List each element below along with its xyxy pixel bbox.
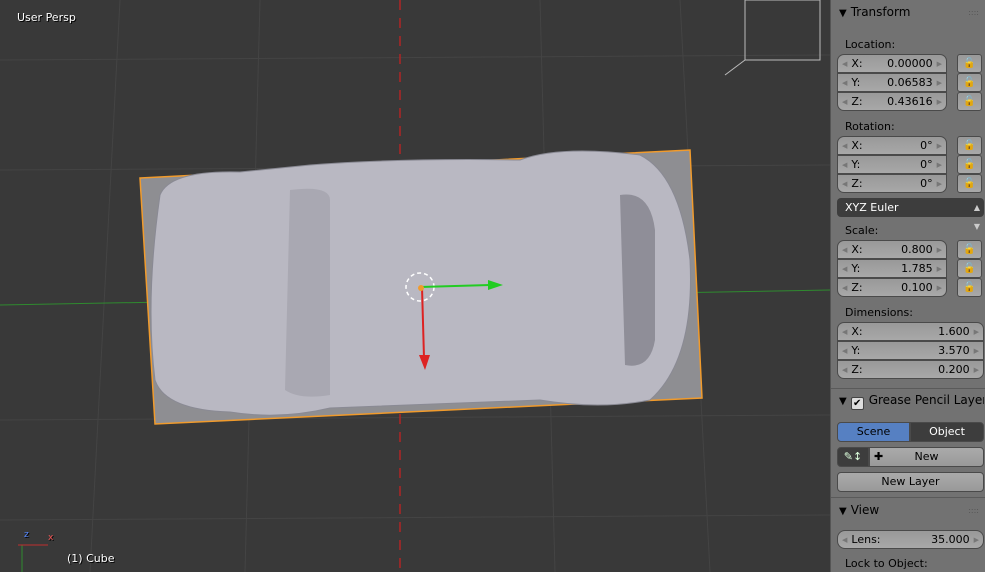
lock-location-z-icon[interactable]: 🔓	[957, 92, 982, 111]
drag-grip-icon[interactable]: ::::	[968, 506, 979, 515]
lens-field[interactable]: ◀ Lens: 35.000 ▶	[837, 530, 984, 549]
scale-x-field[interactable]: ◀ X: 0.800 ▶	[837, 240, 947, 259]
rotation-label: Rotation:	[845, 120, 895, 133]
dimensions-x-field[interactable]: ◀ X: 1.600 ▶	[837, 322, 984, 341]
3d-viewport[interactable]: User Persp (1) Cube x z	[0, 0, 830, 572]
scale-label: Scale:	[845, 224, 879, 237]
location-label: Location:	[845, 38, 896, 51]
car-model	[150, 150, 691, 416]
transform-header[interactable]: ▼ Transform	[839, 5, 910, 19]
view-label: User Persp	[17, 11, 76, 24]
divider	[831, 497, 985, 498]
tab-scene[interactable]: Scene	[837, 422, 910, 442]
new-layer-button[interactable]: New Layer	[837, 472, 984, 492]
rotation-mode-select[interactable]: XYZ Euler ▲ ▼	[837, 198, 984, 231]
location-z-field[interactable]: ◀ Z: 0.43616 ▶	[837, 92, 947, 111]
rotation-z-field[interactable]: ◀ Z: 0° ▶	[837, 174, 947, 193]
location-y-field[interactable]: ◀ Y: 0.06583 ▶	[837, 73, 947, 92]
scale-z-field[interactable]: ◀ Z: 0.100 ▶	[837, 278, 947, 297]
drag-grip-icon[interactable]: ::::	[968, 8, 979, 17]
lock-to-object-label: Lock to Object:	[845, 557, 928, 570]
divider	[831, 388, 985, 389]
dimensions-label: Dimensions:	[845, 306, 913, 319]
lock-rotation-x-icon[interactable]: 🔓	[957, 136, 982, 155]
location-x-field[interactable]: ◀ X: 0.00000 ▶	[837, 54, 947, 73]
updown-icon: ▲ ▼	[973, 203, 980, 231]
properties-panel: ▼ Transform :::: Location: ◀ X: 0.00000 ▶ ◀ Y…	[830, 0, 985, 572]
background-lamp-object	[724, 0, 821, 76]
viewport-scene	[0, 0, 830, 572]
grease-pencil-checkbox[interactable]: ✔	[850, 397, 864, 410]
scale-y-field[interactable]: ◀ Y: 1.785 ▶	[837, 259, 947, 278]
grease-pencil-header[interactable]: ▼ ✔ Grease Pencil Layers	[839, 393, 984, 410]
lock-scale-y-icon[interactable]: 🔓	[957, 259, 982, 278]
lock-location-x-icon[interactable]: 🔓	[957, 54, 982, 73]
axis-x-label: x	[48, 533, 54, 543]
view-header[interactable]: ▼ View	[839, 503, 879, 517]
active-object-label: (1) Cube	[67, 552, 115, 565]
car-rear-window	[620, 194, 655, 366]
car-windshield	[285, 188, 330, 397]
lock-scale-z-icon[interactable]: 🔓	[957, 278, 982, 297]
lock-scale-x-icon[interactable]: 🔓	[957, 240, 982, 259]
new-grease-pencil-button[interactable]: ✚ New	[869, 447, 984, 467]
lock-location-y-icon[interactable]: 🔓	[957, 73, 982, 92]
pencil-datablock-icon[interactable]: ✎↕	[837, 447, 869, 467]
rotation-x-field[interactable]: ◀ X: 0° ▶	[837, 136, 947, 155]
dimensions-y-field[interactable]: ◀ Y: 3.570 ▶	[837, 341, 984, 360]
lock-rotation-y-icon[interactable]: 🔓	[957, 155, 982, 174]
axis-z-label: z	[24, 530, 29, 540]
lock-rotation-z-icon[interactable]: 🔓	[957, 174, 982, 193]
tab-object[interactable]: Object	[910, 422, 984, 442]
dimensions-z-field[interactable]: ◀ Z: 0.200 ▶	[837, 360, 984, 379]
plus-icon: ✚	[874, 450, 884, 463]
rotation-y-field[interactable]: ◀ Y: 0° ▶	[837, 155, 947, 174]
